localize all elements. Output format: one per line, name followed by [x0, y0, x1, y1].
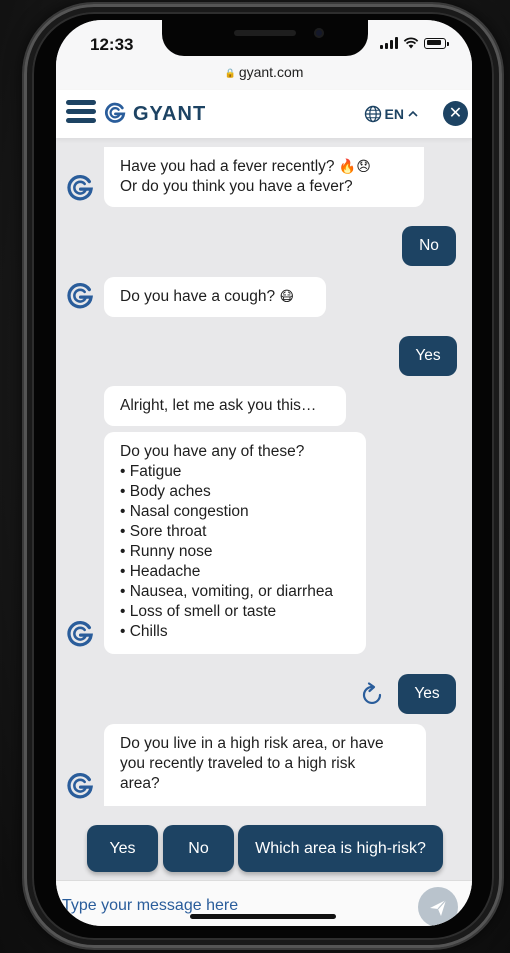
bot-message-fever: Have you had a fever recently? 🔥😞 Or do … — [104, 147, 424, 207]
app-header: GYANT EN ✕ — [56, 90, 472, 138]
symptom-item: • Sore throat — [120, 523, 207, 540]
retry-icon[interactable] — [358, 680, 388, 710]
symptom-item: • Body aches — [120, 483, 211, 500]
fire-sad-emoji: 🔥😞 — [338, 159, 371, 175]
bot-message-cough: Do you have a cough? 😷 — [104, 277, 326, 317]
user-reply-yes: Yes — [398, 674, 456, 714]
symptom-item: • Loss of smell or taste — [120, 603, 277, 620]
language-selector[interactable]: EN — [364, 105, 419, 123]
symptom-item: • Headache — [120, 563, 201, 580]
send-icon — [430, 899, 447, 916]
quick-reply-yes[interactable]: Yes — [87, 825, 158, 872]
wifi-icon — [403, 37, 419, 49]
message-line: Have you had a fever recently? 🔥😞 — [120, 158, 371, 175]
close-icon: ✕ — [448, 105, 463, 122]
message-line: you recently traveled to a high risk — [120, 755, 356, 772]
symptom-item: • Nausea, vomiting, or diarrhea — [120, 583, 334, 600]
bot-message-symptoms: Do you have any of these? • Fatigue • Bo… — [104, 432, 366, 654]
status-time: 12:33 — [90, 35, 134, 54]
symptom-item: • Fatigue — [120, 463, 182, 480]
language-code: EN — [384, 106, 404, 122]
notch — [162, 20, 368, 56]
message-input-bar — [56, 880, 472, 926]
symptom-item: • Nasal congestion — [120, 503, 249, 520]
browser-url-bar[interactable]: 🔒 gyant.com — [56, 64, 472, 90]
hamburger-menu-icon[interactable] — [66, 100, 96, 124]
signal-icon — [380, 37, 398, 49]
globe-icon — [364, 105, 381, 123]
bot-message-risk: Do you live in a high risk area, or have… — [104, 724, 426, 806]
status-icons — [380, 37, 449, 49]
bot-avatar-icon — [67, 621, 93, 647]
user-reply-no: No — [402, 226, 456, 266]
user-reply-yes: Yes — [399, 336, 457, 376]
bot-avatar-icon — [67, 175, 93, 201]
brand-name: GYANT — [133, 103, 207, 125]
url-text: gyant.com — [238, 64, 304, 80]
bot-avatar-icon — [67, 283, 93, 309]
bot-avatar-icon — [67, 773, 93, 799]
symptom-item: • Chills — [120, 623, 168, 640]
message-line: Do you live in a high risk area, or have — [120, 735, 384, 752]
quick-reply-no[interactable]: No — [163, 825, 234, 872]
chevron-up-icon — [408, 110, 418, 117]
bot-message-transition: Alright, let me ask you this… — [104, 386, 346, 426]
quick-reply-which-area[interactable]: Which area is high-risk? — [238, 825, 443, 872]
home-indicator — [190, 914, 336, 919]
symptoms-intro: Do you have any of these? — [120, 443, 305, 460]
send-button[interactable] — [418, 887, 458, 926]
close-chat-button[interactable]: ✕ — [443, 101, 468, 126]
front-camera — [314, 28, 324, 38]
phone-screen: 12:33 🔒 gyant.com GYANT EN ✕ Have you ha… — [56, 20, 472, 926]
message-line: Or do you think you have a fever? — [120, 178, 353, 195]
speaker-grille — [234, 30, 296, 36]
message-line: area? — [120, 775, 160, 792]
mask-emoji: 😷 — [279, 289, 295, 305]
lock-icon: 🔒 — [224, 68, 236, 78]
battery-icon — [424, 37, 449, 49]
symptom-item: • Runny nose — [120, 543, 213, 560]
gyant-logo-icon — [105, 102, 126, 123]
